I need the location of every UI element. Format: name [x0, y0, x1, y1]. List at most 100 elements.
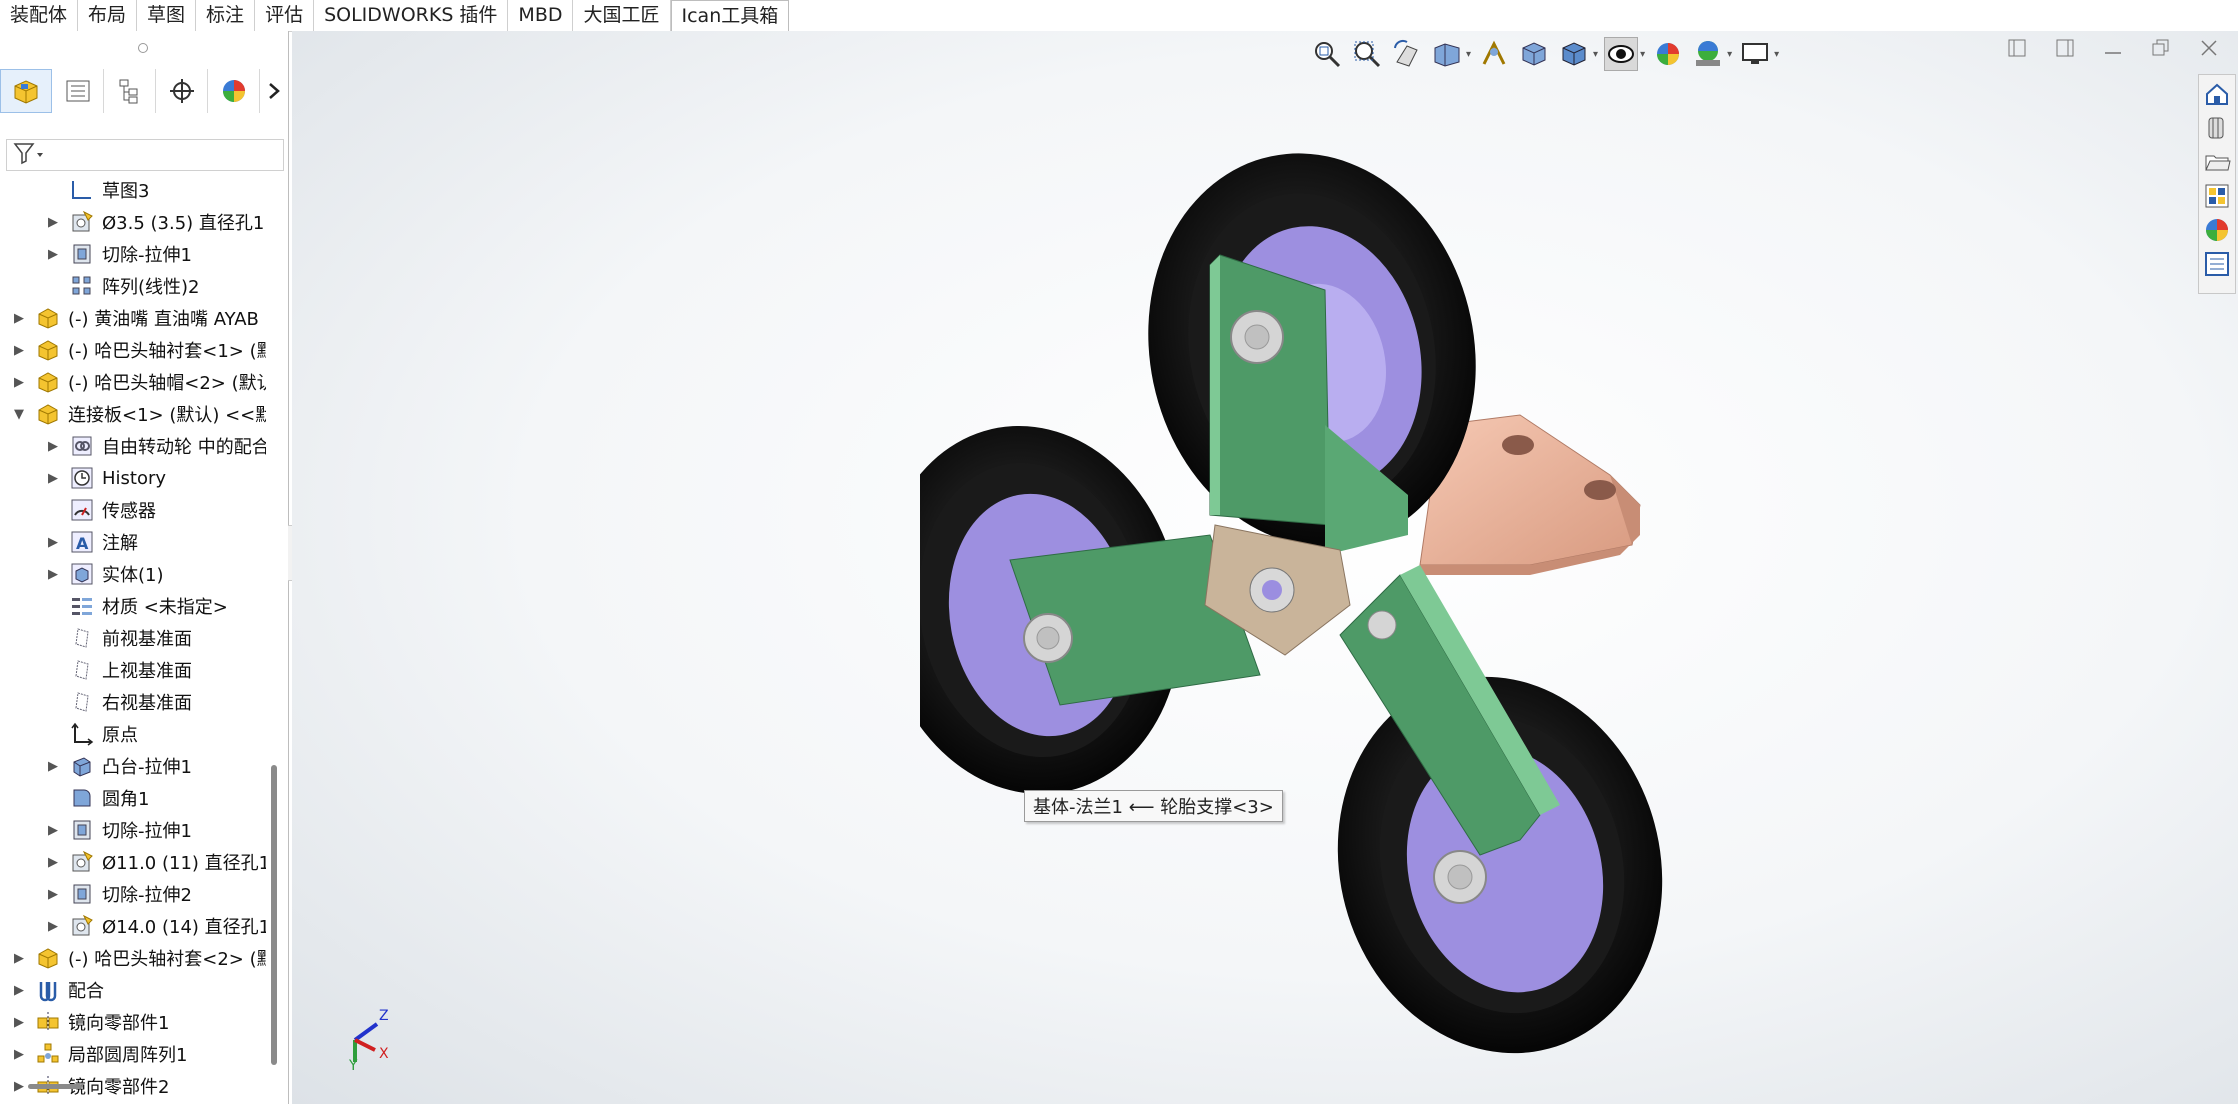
tree-item[interactable]: 传感器 — [46, 495, 156, 525]
design-library-icon[interactable] — [2202, 113, 2232, 143]
dropdown-caret-icon[interactable]: ▾ — [1774, 49, 1779, 60]
expand-right-icon[interactable]: ▶ — [46, 759, 60, 774]
tree-item[interactable]: 圆角1 — [46, 783, 149, 813]
expand-right-icon[interactable]: ▶ — [12, 311, 26, 326]
scrollbar-thumb[interactable] — [271, 765, 277, 1065]
tree-item[interactable]: ▶ Ø3.5 (3.5) 直径孔1 — [46, 207, 264, 237]
tile-right-icon[interactable] — [2054, 37, 2076, 59]
tile-left-icon[interactable] — [2006, 37, 2028, 59]
view-settings-icon[interactable] — [1738, 37, 1772, 71]
tab-6[interactable]: MBD — [508, 0, 574, 31]
tree-item[interactable]: 原点 — [46, 719, 138, 749]
expand-right-icon[interactable]: ▶ — [12, 951, 26, 966]
expand-right-icon[interactable]: ▶ — [46, 887, 60, 902]
expand-right-icon[interactable]: ▶ — [12, 375, 26, 390]
tab-8[interactable]: Ican工具箱 — [670, 0, 790, 31]
tree-item[interactable]: ▶ A 注解 — [46, 527, 138, 557]
tree-item[interactable]: ▶ (-) 哈巴头轴帽<2> (默认 — [12, 367, 266, 397]
expand-right-icon[interactable]: ▶ — [46, 535, 60, 550]
dropdown-caret-icon[interactable]: ▾ — [1466, 49, 1471, 60]
featuremanager-icon[interactable] — [0, 69, 52, 113]
tree-item[interactable]: ▶ (-) 哈巴头轴衬套<1> (默 — [12, 335, 266, 365]
display-manager-icon[interactable] — [208, 69, 260, 113]
expand-right-icon[interactable]: ▶ — [12, 1079, 26, 1094]
horizontal-scrollbar-thumb[interactable] — [28, 1084, 82, 1089]
tree-item[interactable]: ▶ (-) 哈巴头轴衬套<2> (默 — [12, 943, 266, 973]
tab-3[interactable]: 标注 — [196, 0, 256, 31]
tree-item[interactable]: ▶ 实体(1) — [46, 559, 164, 589]
tree-item[interactable]: ▶ 切除-拉伸1 — [46, 815, 192, 845]
tree-item[interactable]: 阵列(线性)2 — [46, 271, 200, 301]
tree-item[interactable]: ▶ History — [46, 463, 166, 493]
chevron-right-icon[interactable] — [260, 69, 288, 113]
assembly-model[interactable] — [920, 95, 1700, 1065]
file-explorer-icon[interactable] — [2202, 147, 2232, 177]
section-view-icon[interactable] — [1430, 37, 1464, 71]
tree-item[interactable]: 材质 <未指定> — [46, 591, 228, 621]
propertymanager-icon[interactable] — [52, 69, 104, 113]
view-orientation-icon[interactable] — [1517, 37, 1551, 71]
tree-item[interactable]: ▶ 凸台-拉伸1 — [46, 751, 192, 781]
dynamic-annotation-icon[interactable] — [1477, 37, 1511, 71]
expand-right-icon[interactable]: ▶ — [46, 855, 60, 870]
expand-right-icon[interactable]: ▶ — [46, 215, 60, 230]
tree-item[interactable]: 草图3 — [46, 175, 149, 205]
expand-right-icon[interactable]: ▶ — [46, 567, 60, 582]
filter-icon[interactable] — [13, 141, 45, 169]
tab-1[interactable]: 布局 — [78, 0, 138, 31]
configurationmanager-icon[interactable] — [104, 69, 156, 113]
expand-right-icon[interactable]: ▶ — [46, 471, 60, 486]
tree-item[interactable]: ▶ Ø11.0 (11) 直径孔1 — [46, 847, 266, 877]
tree-item[interactable]: 右视基准面 — [46, 687, 192, 717]
tab-5[interactable]: SOLIDWORKS 插件 — [314, 0, 509, 31]
expand-right-icon[interactable]: ▶ — [46, 439, 60, 454]
sensor-icon — [70, 498, 94, 522]
tree-scrollbar[interactable] — [268, 175, 280, 1095]
tree-item-label: 自由转动轮 中的配合 — [102, 437, 266, 458]
tree-item[interactable]: ▶ 配合 — [12, 975, 104, 1005]
dropdown-caret-icon[interactable]: ▾ — [1593, 49, 1598, 60]
apply-scene-icon[interactable] — [1691, 37, 1725, 71]
tree-item[interactable]: ▶ 切除-拉伸2 — [46, 879, 192, 909]
tree-item[interactable]: ▶ 局部圆周阵列1 — [12, 1039, 187, 1069]
custom-properties-icon[interactable] — [2202, 249, 2232, 279]
tree-item[interactable]: ▼ 连接板<1> (默认) <<默 — [12, 399, 266, 429]
tree-item[interactable]: ▶ 镜向零部件1 — [12, 1007, 169, 1037]
hide-show-items-icon[interactable] — [1604, 37, 1639, 71]
expand-right-icon[interactable]: ▶ — [12, 1047, 26, 1062]
expand-right-icon[interactable]: ▶ — [12, 983, 26, 998]
expand-down-icon[interactable]: ▼ — [12, 407, 26, 422]
restore-icon[interactable] — [2150, 37, 2172, 59]
tab-0[interactable]: 装配体 — [0, 0, 79, 31]
appearances-icon[interactable] — [2202, 215, 2232, 245]
expand-right-icon[interactable]: ▶ — [46, 823, 60, 838]
previous-view-icon[interactable] — [1390, 37, 1424, 71]
zoom-to-fit-icon[interactable] — [1310, 37, 1344, 71]
pane-grip-icon[interactable] — [138, 43, 148, 53]
zoom-to-area-icon[interactable] — [1350, 37, 1384, 71]
tree-item[interactable]: ▶ 切除-拉伸1 — [46, 239, 192, 269]
tree-item[interactable]: ▶ (-) 黄油嘴 直油嘴 AYAB — [12, 303, 259, 333]
tree-item-label: 配合 — [68, 981, 104, 1002]
minimize-icon[interactable] — [2102, 37, 2124, 59]
edit-appearance-icon[interactable] — [1651, 37, 1685, 71]
tree-filter[interactable] — [6, 139, 284, 171]
dropdown-caret-icon[interactable]: ▾ — [1727, 49, 1732, 60]
display-style-icon[interactable] — [1557, 37, 1591, 71]
expand-right-icon[interactable]: ▶ — [46, 247, 60, 262]
expand-right-icon[interactable]: ▶ — [12, 1015, 26, 1030]
dropdown-caret-icon[interactable]: ▾ — [1640, 49, 1645, 60]
solidworks-resources-icon[interactable] — [2202, 79, 2232, 109]
tree-item[interactable]: 上视基准面 — [46, 655, 192, 685]
view-palette-icon[interactable] — [2202, 181, 2232, 211]
tree-item[interactable]: ▶ Ø14.0 (14) 直径孔1 — [46, 911, 266, 941]
tree-item[interactable]: 前视基准面 — [46, 623, 192, 653]
tab-4[interactable]: 评估 — [255, 0, 315, 31]
expand-right-icon[interactable]: ▶ — [12, 343, 26, 358]
tree-item[interactable]: ▶ 自由转动轮 中的配合 — [46, 431, 266, 461]
tab-2[interactable]: 草图 — [137, 0, 197, 31]
expand-right-icon[interactable]: ▶ — [46, 919, 60, 934]
close-icon[interactable] — [2198, 37, 2220, 59]
tab-7[interactable]: 大国工匠 — [573, 0, 671, 31]
dimxpert-icon[interactable] — [156, 69, 208, 113]
